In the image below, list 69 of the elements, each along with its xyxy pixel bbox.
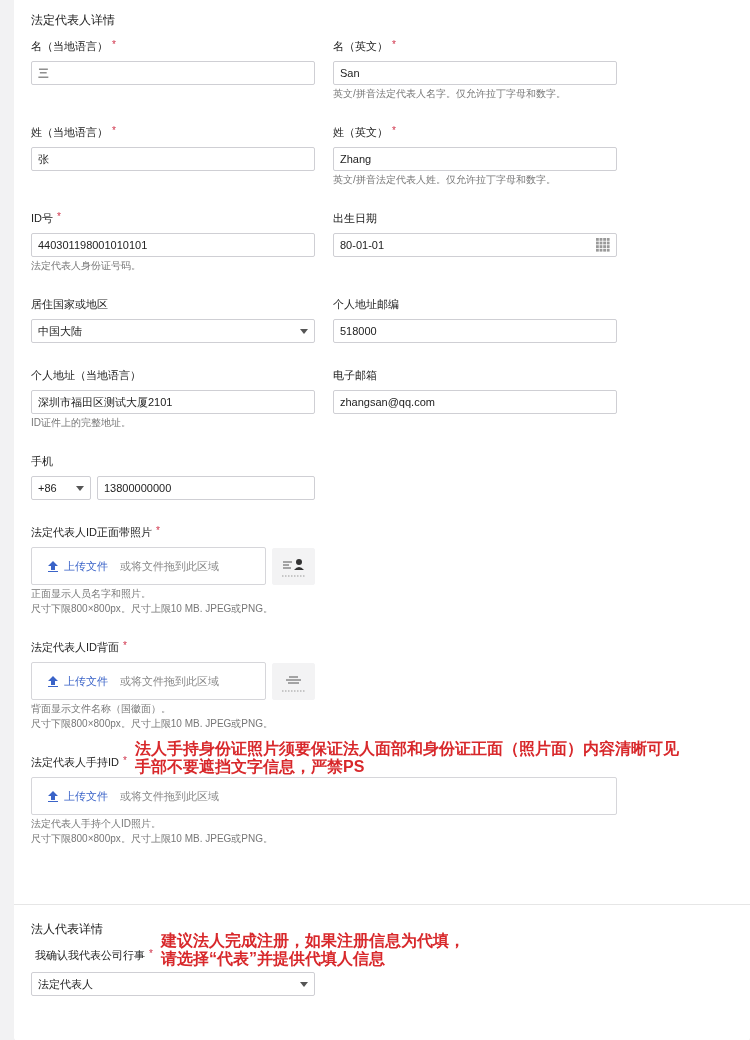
caret-icon xyxy=(300,981,308,987)
hint-text: 法定代表人手持个人ID照片。 xyxy=(31,818,162,830)
field-label: 电子邮箱 xyxy=(333,368,377,382)
upload-dropzone[interactable]: 上传文件 或将文件拖到此区域 xyxy=(31,777,617,815)
required-mark: * xyxy=(392,125,396,137)
section-title: 法定代表人详情 xyxy=(31,12,116,29)
field-label: ID号 xyxy=(31,211,53,225)
annotation-text: 请选择“代表”并提供代填人信息 xyxy=(161,950,386,968)
hint-text: 背面显示文件名称（国徽面）。 xyxy=(31,703,172,715)
upload-icon xyxy=(48,560,58,572)
dropdown[interactable]: 法定代表人 xyxy=(31,972,315,996)
annotation-text: 手部不要遮挡文字信息，严禁PS xyxy=(135,758,366,776)
required-mark: * xyxy=(112,39,116,51)
upload-button[interactable]: 上传文件 xyxy=(48,788,108,804)
hint-text: 英文/拼音法定代表人名字。仅允许拉丁字母和数字。 xyxy=(333,88,567,100)
field-label: 手机 xyxy=(31,454,53,468)
caret-icon xyxy=(76,485,84,491)
required-mark: * xyxy=(123,755,127,767)
upload-icon xyxy=(48,790,58,802)
hint-text: 英文/拼音法定代表人姓。仅允许拉丁字母和数字。 xyxy=(333,174,557,186)
country-code-dropdown[interactable]: +86 xyxy=(31,476,91,500)
upload-dropzone[interactable]: 上传文件 或将文件拖到此区域 xyxy=(31,547,266,585)
required-mark: * xyxy=(149,948,153,960)
upload-button[interactable]: 上传文件 xyxy=(48,558,108,574)
input-field[interactable]: 张 xyxy=(31,147,315,171)
drop-hint: 或将文件拖到此区域 xyxy=(120,558,219,574)
section-title: 法人代表详情 xyxy=(31,921,104,938)
required-mark: * xyxy=(57,211,61,223)
field-label: 姓（当地语言） xyxy=(31,125,108,139)
hint-text: ID证件上的完整地址。 xyxy=(31,417,132,429)
annotation-text: 建议法人完成注册，如果注册信息为代填， xyxy=(161,932,465,950)
input-field[interactable]: 三 xyxy=(31,61,315,85)
caret-icon xyxy=(300,328,308,334)
input-field[interactable]: 518000 xyxy=(333,319,617,343)
phone-field[interactable]: 13800000000 xyxy=(97,476,315,500)
field-label: 法定代表人手持ID xyxy=(31,755,119,769)
date-field[interactable]: 80-01-01 xyxy=(333,233,617,257)
input-field[interactable]: Zhang xyxy=(333,147,617,171)
drop-hint: 或将文件拖到此区域 xyxy=(120,788,219,804)
hint-text: 尺寸下限800×800px。尺寸上限10 MB. JPEG或PNG。 xyxy=(31,718,275,730)
input-field[interactable]: 深圳市福田区测试大厦2101 xyxy=(31,390,315,414)
required-mark: * xyxy=(112,125,116,137)
input-field[interactable]: zhangsan@qq.com xyxy=(333,390,617,414)
field-label: 法定代表人ID正面带照片 xyxy=(31,525,152,539)
calendar-icon xyxy=(596,238,610,252)
dropdown[interactable]: 中国大陆 xyxy=(31,319,315,343)
drop-hint: 或将文件拖到此区域 xyxy=(120,673,219,689)
field-label: 法定代表人ID背面 xyxy=(31,640,119,654)
field-label: 我确认我代表公司行事 xyxy=(35,948,145,962)
annotation-text: 法人手持身份证照片须要保证法人面部和身份证正面（照片面）内容清晰可见 xyxy=(135,740,679,758)
field-label: 个人地址（当地语言） xyxy=(31,368,141,382)
upload-dropzone[interactable]: 上传文件 或将文件拖到此区域 xyxy=(31,662,266,700)
field-label: 姓（英文） xyxy=(333,125,388,139)
field-label: 名（英文） xyxy=(333,39,388,53)
hint-text: 尺寸下限800×800px。尺寸上限10 MB. JPEG或PNG。 xyxy=(31,603,275,615)
input-field[interactable]: 440301198001010101 xyxy=(31,233,315,257)
hint-text: 尺寸下限800×800px。尺寸上限10 MB. JPEG或PNG。 xyxy=(31,833,275,845)
upload-icon xyxy=(48,675,58,687)
field-label: 名（当地语言） xyxy=(31,39,108,53)
input-field[interactable]: San xyxy=(333,61,617,85)
required-mark: * xyxy=(156,525,160,537)
hint-text: 法定代表人身份证号码。 xyxy=(31,260,142,272)
field-label: 居住国家或地区 xyxy=(31,297,108,311)
required-mark: * xyxy=(123,640,127,652)
hint-text: 正面显示人员名字和照片。 xyxy=(31,588,152,600)
upload-button[interactable]: 上传文件 xyxy=(48,673,108,689)
required-mark: * xyxy=(392,39,396,51)
field-label: 出生日期 xyxy=(333,211,377,225)
field-label: 个人地址邮编 xyxy=(333,297,399,311)
